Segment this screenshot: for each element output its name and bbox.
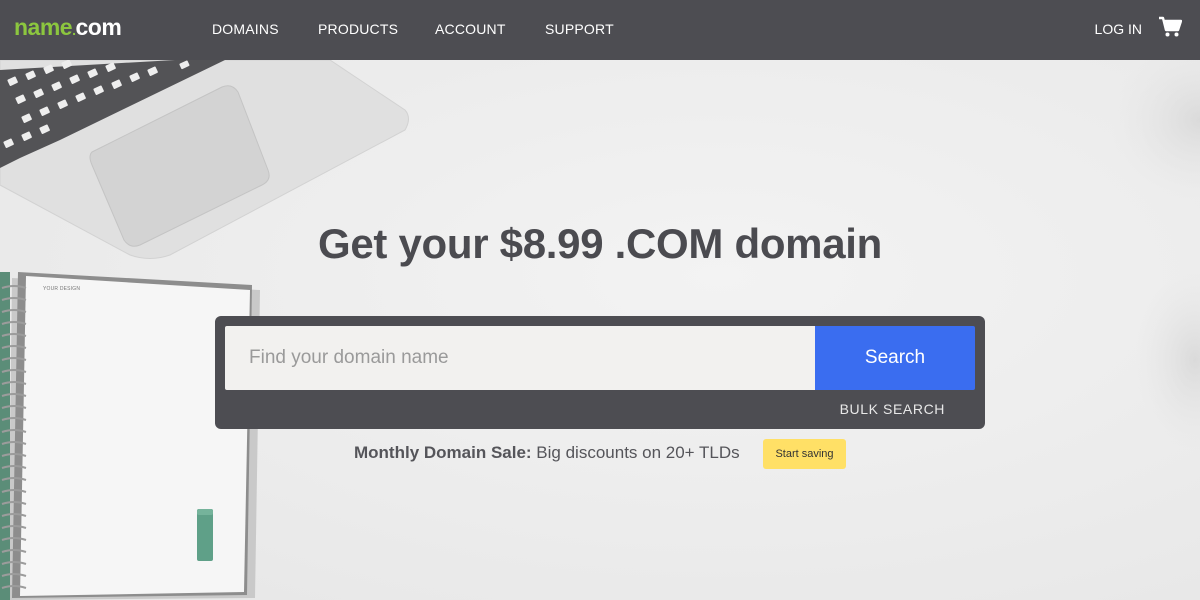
login-link[interactable]: LOG IN xyxy=(1095,21,1142,37)
notebook-label: YOUR DESIGN xyxy=(43,286,81,292)
cart-icon[interactable] xyxy=(1158,16,1183,38)
promo-title: Monthly Domain Sale: xyxy=(354,443,532,462)
bulk-search-link[interactable]: BULK SEARCH xyxy=(840,401,945,417)
nav-domains[interactable]: DOMAINS xyxy=(212,21,279,37)
search-button[interactable]: Search xyxy=(815,326,975,390)
nav-account[interactable]: ACCOUNT xyxy=(435,21,506,37)
headline-price: $8.99 .COM xyxy=(499,220,724,267)
top-navigation-bar: name.com DOMAINS PRODUCTS ACCOUNT SUPPOR… xyxy=(0,0,1200,60)
logo-com: com xyxy=(75,14,122,40)
headline-prefix: Get your xyxy=(317,220,500,267)
promo-text: Monthly Domain Sale: Big discounts on 20… xyxy=(354,443,740,463)
nav-support[interactable]: SUPPORT xyxy=(545,21,614,37)
site-logo[interactable]: name.com xyxy=(14,14,122,41)
logo-name: name xyxy=(14,14,73,40)
domain-search-panel: Search BULK SEARCH xyxy=(215,316,985,429)
domain-search-input[interactable] xyxy=(225,326,817,390)
promo-description: Big discounts on 20+ TLDs xyxy=(531,443,740,462)
hero-headline: Get your $8.99 .COM domain xyxy=(0,220,1200,268)
nav-products[interactable]: PRODUCTS xyxy=(318,21,398,37)
start-saving-button[interactable]: Start saving xyxy=(763,439,846,469)
headline-suffix: domain xyxy=(723,220,883,267)
